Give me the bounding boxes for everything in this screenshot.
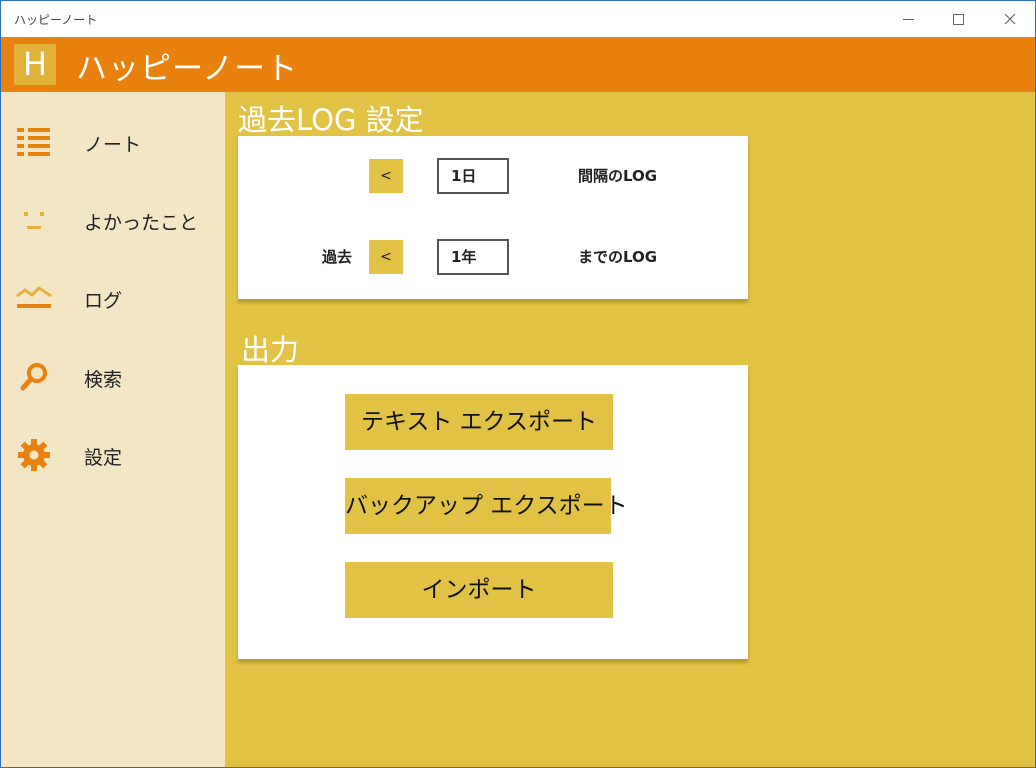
app-header: H ハッピーノート [1,37,1035,92]
sidebar-item-settings[interactable]: 設定 [1,425,225,485]
sidebar-item-label: 検索 [84,369,123,391]
output-title: 出力 [241,333,300,367]
app-title: ハッピーノート [76,51,299,87]
backup-export-button[interactable]: バックアップ エクスポート [345,478,628,534]
gear-icon [18,439,50,471]
past-value-field[interactable]: 1年 [437,239,509,275]
interval-value-field[interactable]: 1日 [437,158,509,194]
sidebar-item-log[interactable]: ログ [1,268,225,328]
minimize-button[interactable] [883,1,933,37]
close-button[interactable] [985,1,1035,37]
close-icon [1004,13,1016,25]
interval-label: 間隔のLOG [578,167,658,185]
search-icon [20,363,47,391]
sidebar-item-search[interactable]: 検索 [1,347,225,407]
sidebar-item-label: よかったこと [84,212,199,234]
sidebar-item-good-things[interactable]: よかったこと [1,190,225,250]
text-export-button[interactable]: テキスト エクスポート [345,394,613,450]
maximize-button[interactable] [933,1,983,37]
smile-icon [24,212,44,229]
title-bar: ハッピーノート [1,1,1035,37]
minimize-icon [902,18,914,20]
log-settings-card: < 1日 間隔のLOG 過去 < 1年 までのLOG [238,136,748,299]
past-prefix-label: 過去 [322,248,353,266]
app-logo: H [14,44,56,85]
window-title: ハッピーノート [14,13,98,27]
log-settings-title: 過去LOG 設定 [238,103,424,137]
sidebar-item-label: ノート [84,134,142,156]
sidebar-item-note[interactable]: ノート [1,112,225,172]
maximize-icon [952,13,964,25]
app-window: ハッピーノート H ハッピーノート ノート よかったこと ログ 検索 設定 過去… [0,0,1036,768]
past-label: までのLOG [578,248,658,266]
output-card: テキスト エクスポート バックアップ エクスポート インポート [238,365,748,659]
import-button[interactable]: インポート [345,562,613,618]
past-decrease-button[interactable]: < [369,240,403,274]
sidebar: ノート よかったこと ログ 検索 設定 [1,92,225,767]
list-icon [17,128,50,156]
sidebar-item-label: ログ [84,290,123,312]
interval-decrease-button[interactable]: < [369,159,403,193]
sidebar-item-label: 設定 [84,447,123,469]
chart-line-icon [16,286,52,308]
